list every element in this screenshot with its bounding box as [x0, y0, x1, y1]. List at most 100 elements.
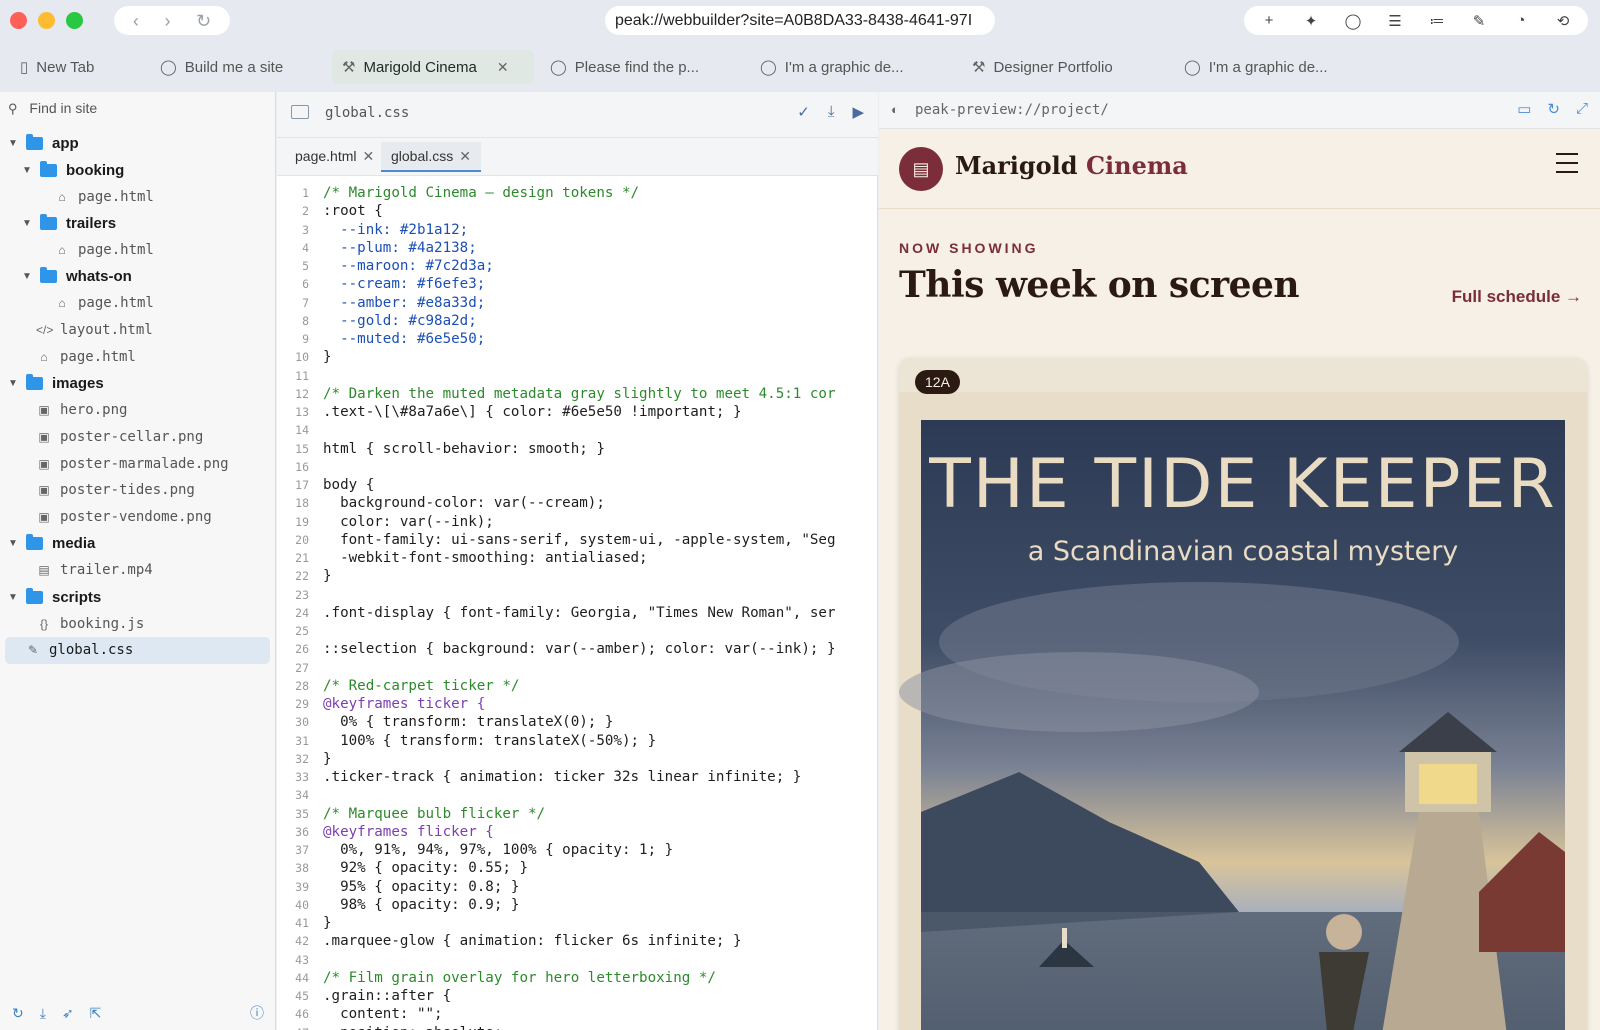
save-icon[interactable]: ⤓ — [828, 103, 835, 121]
code-text: /* Red-carpet ticker */ — [323, 677, 520, 694]
tree-file-poster-cellar[interactable]: ▣ poster-cellar.png — [0, 424, 276, 451]
chevron-down-icon[interactable]: ▼ — [20, 165, 34, 176]
code-text: 100% { transform: translateX(-50%); } — [323, 732, 657, 749]
find-in-site-field[interactable]: ⚲ Find in site — [0, 92, 276, 124]
line-number: 1 — [302, 186, 309, 200]
tree-file-poster-tides[interactable]: ▣ poster-tides.png — [0, 477, 276, 504]
info-icon[interactable]: ⓘ — [250, 1003, 264, 1023]
chevron-down-icon[interactable]: ▼ — [6, 138, 20, 149]
timer-icon[interactable]: ◔ — [1510, 12, 1532, 29]
tab-new-tab[interactable]: ▯ New Tab — [10, 50, 104, 84]
close-tab-icon[interactable]: ✕ — [459, 148, 471, 164]
tab-label: Designer Portfolio — [993, 58, 1113, 76]
sparkle-icon[interactable]: ✦ — [1300, 12, 1322, 30]
code-text: background-color: var(--cream); — [323, 495, 605, 512]
tree-file-trailers-page[interactable]: ⌂ page.html — [0, 237, 276, 264]
run-icon[interactable]: ▶ — [852, 103, 864, 121]
ticket-logo-icon[interactable]: ▤ — [899, 147, 943, 191]
full-schedule-link[interactable]: Full schedule → — [1452, 287, 1582, 307]
code-line: 45 .grain::after { — [277, 987, 878, 1005]
sidebar-toggle-icon[interactable] — [291, 105, 309, 119]
image-icon: ▣ — [38, 403, 50, 418]
code-line: 15 html { scroll-behavior: smooth; } — [277, 440, 878, 458]
checklist-icon[interactable]: ≔ — [1426, 12, 1448, 30]
plus-icon[interactable]: + — [1258, 12, 1280, 29]
tab-marigold-cinema[interactable]: ⚒ Marigold Cinema ✕ — [332, 50, 534, 84]
tab-build-me-a-site[interactable]: ◯ Build me a site — [150, 50, 293, 84]
movie-card[interactable]: 12A THE TIDE KEEPER a Scandinavian coast… — [899, 358, 1587, 1030]
tab-graphic-designer-2[interactable]: ◯ I'm a graphic de... — [1174, 50, 1338, 84]
code-line: 40 98% { opacity: 0.9; } — [277, 896, 878, 914]
tree-file-booking-js[interactable]: {} booking.js — [0, 610, 276, 637]
reload-icon[interactable]: ↻ — [196, 12, 211, 30]
signature-icon[interactable]: ✎ — [1468, 12, 1490, 30]
history-icon[interactable]: ⟲ — [1552, 12, 1574, 30]
image-icon: ▣ — [38, 429, 50, 444]
preview-url[interactable]: peak-preview://project/ — [915, 102, 1109, 118]
close-window-button[interactable] — [10, 12, 27, 29]
line-number: 6 — [302, 277, 309, 292]
code-area[interactable]: 1 /* Marigold Cinema — design tokens */ 2:… — [277, 184, 878, 1030]
hamburger-menu-icon[interactable] — [1556, 153, 1578, 180]
tree-folder-media[interactable]: ▼ media — [0, 530, 276, 557]
minimize-window-button[interactable] — [38, 12, 55, 29]
code-text: 95% { opacity: 0.8; } — [323, 878, 520, 895]
reload-preview-icon[interactable]: ↻ — [1547, 100, 1560, 118]
tab-please-find[interactable]: ◯ Please find the p... — [540, 50, 709, 84]
forward-arrow-icon[interactable]: › — [164, 12, 170, 30]
tree-file-trailer[interactable]: ▤ trailer.mp4 — [0, 557, 276, 584]
line-number: 47 — [277, 1024, 323, 1030]
line-number: 26 — [295, 642, 309, 657]
sidebar-footer: ↻ ⤓ ➶ ⇱ ⓘ — [0, 996, 276, 1030]
editor-tab-page-html[interactable]: page.html ✕ — [285, 142, 384, 172]
site-header: ▤ Marigold Cinema — [879, 129, 1600, 209]
tree-label: page.html — [78, 188, 154, 205]
chevron-down-icon[interactable]: ▼ — [6, 378, 20, 389]
back-arrow-icon[interactable]: ‹ — [133, 12, 139, 30]
tree-folder-whats-on[interactable]: ▼ whats-on — [0, 263, 276, 290]
code-text: --gold: #c98a2d; — [323, 312, 477, 329]
tree-file-hero[interactable]: ▣ hero.png — [0, 397, 276, 424]
tree-file-booking-page[interactable]: ⌂ page.html — [0, 183, 276, 210]
chevron-down-icon[interactable]: ▼ — [6, 538, 20, 549]
brand-name[interactable]: Marigold Cinema — [955, 151, 1188, 180]
deploy-icon[interactable]: ➶ — [62, 1005, 74, 1022]
viewport-icon[interactable]: ▭ — [1517, 100, 1531, 118]
code-text: --amber: #e8a33d; — [323, 294, 486, 311]
tree-folder-booking[interactable]: ▼ booking — [0, 157, 276, 184]
export-icon[interactable]: ⇱ — [90, 1005, 102, 1022]
chevron-down-icon[interactable]: ▼ — [20, 218, 34, 229]
refresh-icon[interactable]: ↻ — [12, 1005, 24, 1022]
tree-file-global-css[interactable]: ✎ global.css — [5, 637, 270, 664]
tree-folder-images[interactable]: ▼ images — [0, 370, 276, 397]
tree-file-layout[interactable]: </> layout.html — [0, 317, 276, 344]
code-line: 11 — [277, 367, 878, 385]
tree-file-app-page[interactable]: ⌂ page.html — [0, 344, 276, 371]
zoom-window-button[interactable] — [66, 12, 83, 29]
tab-graphic-designer-1[interactable]: ◯ I'm a graphic de... — [750, 50, 914, 84]
editor-tab-global-css[interactable]: global.css ✕ — [381, 142, 481, 172]
movie-poster: THE TIDE KEEPER a Scandinavian coastal m… — [899, 392, 1587, 1030]
reader-icon[interactable]: ☰ — [1384, 12, 1406, 30]
tree-folder-scripts[interactable]: ▼ scripts — [0, 584, 276, 611]
chevron-down-icon[interactable]: ▼ — [6, 592, 20, 603]
tree-folder-app[interactable]: ▼ app — [0, 130, 276, 157]
tab-designer-portfolio[interactable]: ⚒ Designer Portfolio — [962, 50, 1123, 84]
close-tab-icon[interactable]: ✕ — [362, 148, 374, 164]
tree-folder-trailers[interactable]: ▼ trailers — [0, 210, 276, 237]
chevron-down-icon[interactable]: ▼ — [20, 271, 34, 282]
chat-bubble-icon[interactable]: ◯ — [1342, 12, 1364, 30]
code-line: 9 --muted: #6e5e50; — [277, 330, 878, 348]
tree-file-whats-on-page[interactable]: ⌂ page.html — [0, 290, 276, 317]
spellcheck-icon[interactable]: ✓ — [797, 103, 810, 121]
close-tab-icon[interactable]: ✕ — [497, 59, 509, 76]
code-text: :root { — [323, 203, 383, 220]
tree-file-poster-marmalade[interactable]: ▣ poster-marmalade.png — [0, 450, 276, 477]
download-icon[interactable]: ⤓ — [40, 1005, 46, 1022]
rating-badge: 12A — [915, 370, 960, 394]
code-text: .grain::after { — [323, 988, 452, 1004]
tree-file-poster-vendome[interactable]: ▣ poster-vendome.png — [0, 504, 276, 531]
address-bar[interactable]: peak://webbuilder?site=A0B8DA33-8438-464… — [605, 6, 995, 35]
folder-icon — [26, 133, 43, 150]
expand-icon[interactable]: ⤢ — [1576, 100, 1588, 118]
